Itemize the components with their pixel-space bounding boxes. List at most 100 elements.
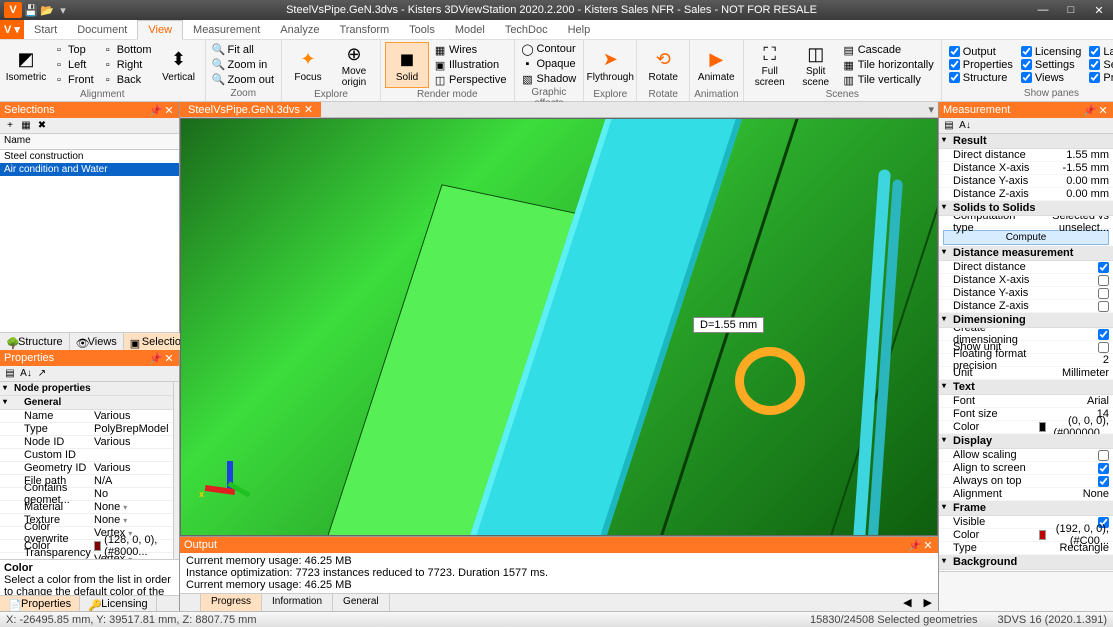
measure-value[interactable]: Millimeter bbox=[1039, 367, 1109, 379]
measure-row[interactable]: UnitMillimeter bbox=[939, 367, 1113, 380]
isometric-button[interactable]: ◩Isometric bbox=[4, 42, 48, 88]
right-button[interactable]: ▫Right bbox=[99, 58, 155, 72]
chk-profiles[interactable]: Profiles bbox=[1086, 72, 1113, 84]
prop-row[interactable]: NameVarious bbox=[0, 410, 173, 423]
measure-value[interactable]: 2 bbox=[1039, 354, 1109, 366]
prop-value[interactable]: None▾ bbox=[94, 501, 169, 513]
az-icon[interactable]: A↓ bbox=[959, 120, 971, 132]
prop-row[interactable]: Geometry IDVarious bbox=[0, 462, 173, 475]
chk-layer[interactable]: Layer bbox=[1086, 46, 1113, 58]
measure-value[interactable] bbox=[1039, 301, 1109, 312]
section-header[interactable]: Distance measurement bbox=[939, 246, 1113, 261]
output-tab-info[interactable]: Information bbox=[262, 594, 333, 611]
cat-icon[interactable]: ▤ bbox=[943, 120, 955, 132]
list-item[interactable]: Steel construction bbox=[0, 150, 179, 163]
cat-icon[interactable]: ▤ bbox=[4, 368, 16, 380]
close-icon[interactable]: ✕ bbox=[163, 104, 175, 117]
chk-output[interactable]: Output bbox=[946, 46, 1016, 58]
scroll-left-icon[interactable]: ◀ bbox=[897, 594, 917, 611]
tab-model[interactable]: Model bbox=[445, 21, 495, 39]
tab-close-icon[interactable]: ✕ bbox=[304, 103, 313, 116]
prop-value[interactable]: None▾ bbox=[94, 514, 169, 526]
checkbox[interactable] bbox=[1098, 476, 1109, 487]
rotate-button[interactable]: ⟲Rotate bbox=[641, 42, 685, 88]
opaque-button[interactable]: ▪Opaque bbox=[519, 57, 580, 71]
tab-licensing[interactable]: 🔑Licensing bbox=[80, 596, 156, 611]
section-header[interactable]: Result bbox=[939, 134, 1113, 149]
measure-row[interactable]: Distance X-axis bbox=[939, 274, 1113, 287]
fullscreen-button[interactable]: ⛶Full screen bbox=[748, 42, 792, 88]
tab-start[interactable]: Start bbox=[24, 21, 67, 39]
qat-dropdown-icon[interactable]: ▾ bbox=[56, 3, 70, 17]
chk-licensing[interactable]: Licensing bbox=[1018, 46, 1084, 58]
measure-row[interactable]: Align to screen bbox=[939, 462, 1113, 475]
measure-row[interactable]: Create dimensioning bbox=[939, 328, 1113, 341]
measure-row[interactable]: Computation typeSelected vs unselect... bbox=[939, 216, 1113, 229]
checkbox[interactable] bbox=[1098, 275, 1109, 286]
focus-button[interactable]: ✦Focus bbox=[286, 42, 330, 88]
chk-selections[interactable]: Selections bbox=[1086, 59, 1113, 71]
output-tab-general[interactable]: General bbox=[333, 594, 390, 611]
section-header[interactable]: Frame bbox=[939, 501, 1113, 516]
chk-views[interactable]: Views bbox=[1018, 72, 1084, 84]
contour-button[interactable]: ◯Contour bbox=[519, 42, 580, 56]
tab-techdoc[interactable]: TechDoc bbox=[495, 21, 558, 39]
tab-properties[interactable]: 📄Properties bbox=[0, 596, 80, 611]
tab-transform[interactable]: Transform bbox=[329, 21, 399, 39]
tab-structure[interactable]: 🌳Structure bbox=[0, 333, 70, 350]
checkbox[interactable] bbox=[1098, 342, 1109, 353]
checkbox[interactable] bbox=[1098, 450, 1109, 461]
animate-button[interactable]: ▶Animate bbox=[694, 42, 738, 88]
scroll-right-icon[interactable]: ▶ bbox=[918, 594, 938, 611]
measure-row[interactable]: Floating format precision2 bbox=[939, 354, 1113, 367]
tab-views[interactable]: 👁Views bbox=[70, 333, 124, 350]
tab-dropdown-icon[interactable]: ▾ bbox=[928, 103, 938, 116]
app-menu-button[interactable]: V bbox=[4, 2, 22, 18]
tab-analyze[interactable]: Analyze bbox=[270, 21, 329, 39]
save-sel-icon[interactable]: ▦ bbox=[20, 120, 32, 132]
prop-row[interactable]: Custom ID bbox=[0, 449, 173, 462]
tile-v-button[interactable]: ▥Tile vertically bbox=[840, 73, 937, 87]
prop-value[interactable]: N/A bbox=[94, 475, 169, 487]
vertical-button[interactable]: ⬍Vertical bbox=[157, 42, 201, 88]
tab-document[interactable]: Document bbox=[67, 21, 137, 39]
3d-viewport[interactable]: D=1.55 mm x bbox=[180, 118, 938, 536]
measure-value[interactable] bbox=[1039, 288, 1109, 299]
section-header[interactable]: Solids to Solids bbox=[939, 201, 1113, 216]
measure-value[interactable] bbox=[1039, 329, 1109, 340]
open-icon[interactable]: 📂 bbox=[40, 3, 54, 17]
tile-h-button[interactable]: ▦Tile horizontally bbox=[840, 58, 937, 72]
shadow-button[interactable]: ▧Shadow bbox=[519, 72, 580, 86]
measure-row[interactable]: Color(192, 0, 0), (#C00... bbox=[939, 529, 1113, 542]
cascade-button[interactable]: ▤Cascade bbox=[840, 43, 937, 57]
save-icon[interactable]: 💾 bbox=[24, 3, 38, 17]
tab-help[interactable]: Help bbox=[558, 21, 601, 39]
measure-value[interactable] bbox=[1039, 275, 1109, 286]
pin-icon[interactable]: 📌 bbox=[149, 352, 161, 365]
illustration-button[interactable]: ▣Illustration bbox=[431, 58, 509, 72]
measure-value[interactable] bbox=[1039, 450, 1109, 461]
zoom-out-button[interactable]: 🔍Zoom out bbox=[210, 73, 277, 87]
prop-value[interactable]: Various bbox=[94, 410, 169, 422]
move-origin-button[interactable]: ⊕Move origin bbox=[332, 42, 376, 88]
dropdown-icon[interactable]: ▾ bbox=[123, 503, 127, 512]
measure-row[interactable]: Direct distance bbox=[939, 261, 1113, 274]
tab-tools[interactable]: Tools bbox=[399, 21, 445, 39]
measure-row[interactable]: Distance Y-axis0.00 mm bbox=[939, 175, 1113, 188]
measure-value[interactable]: 0.00 mm bbox=[1039, 188, 1109, 200]
measure-value[interactable]: None bbox=[1039, 488, 1109, 500]
scrollbar[interactable] bbox=[173, 382, 179, 559]
delete-icon[interactable]: ✖ bbox=[36, 120, 48, 132]
checkbox[interactable] bbox=[1098, 463, 1109, 474]
measure-row[interactable]: Distance Y-axis bbox=[939, 287, 1113, 300]
pin-icon[interactable]: 📌 bbox=[1083, 104, 1095, 117]
measure-value[interactable]: Arial bbox=[1039, 395, 1109, 407]
measure-row[interactable]: Direct distance1.55 mm bbox=[939, 149, 1113, 162]
close-icon[interactable]: ✕ bbox=[922, 539, 934, 552]
measure-row[interactable]: TypeRectangle bbox=[939, 542, 1113, 555]
flythrough-button[interactable]: ➤Flythrough bbox=[588, 42, 632, 88]
bottom-button[interactable]: ▫Bottom bbox=[99, 43, 155, 57]
prop-row[interactable]: TypePolyBrepModel bbox=[0, 423, 173, 436]
dropdown-icon[interactable]: ▾ bbox=[123, 516, 127, 525]
wires-button[interactable]: ▦Wires bbox=[431, 43, 509, 57]
